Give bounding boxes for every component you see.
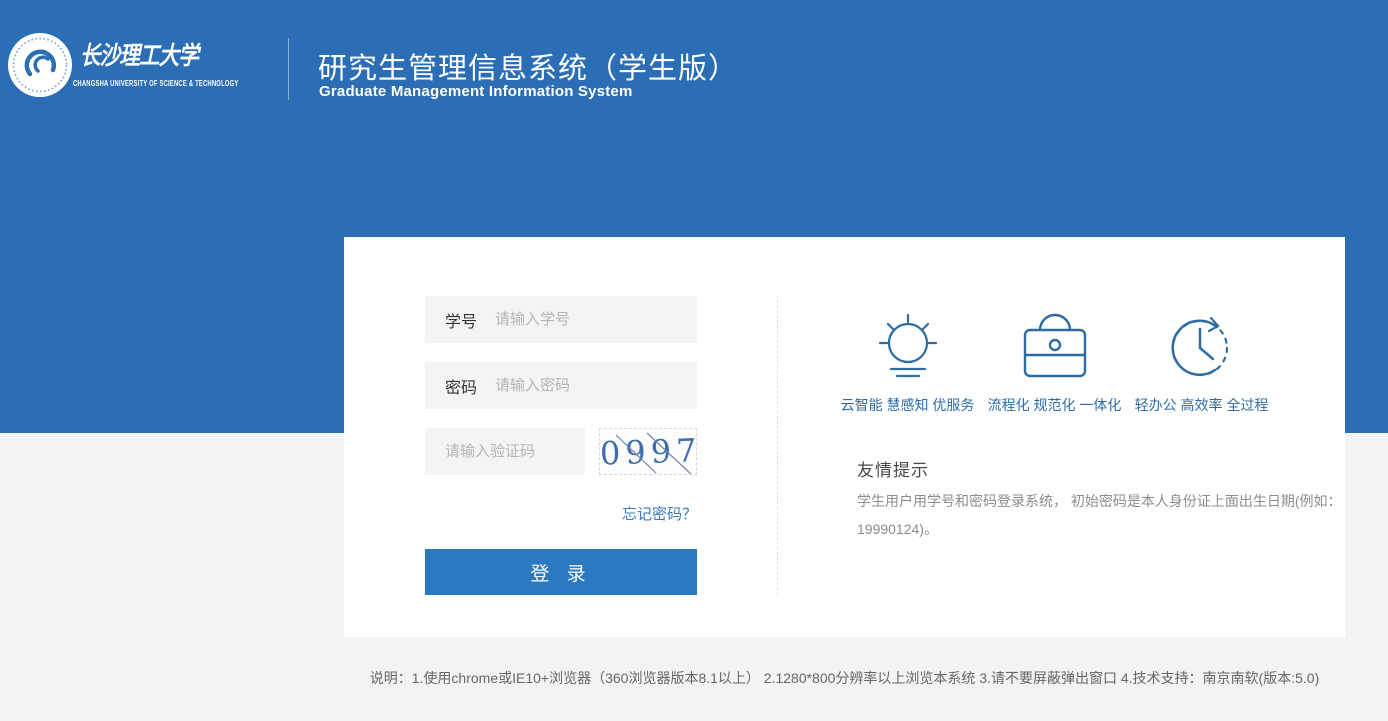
login-button[interactable]: 登 录 (425, 549, 697, 595)
student-id-field: 学号 (425, 296, 697, 343)
tips-text: 学生用户用学号和密码登录系统， 初始密码是本人身份证上面出生日期(例如： 199… (857, 487, 1337, 543)
password-input[interactable] (495, 377, 697, 394)
feature-label: 云智能 慧感知 优服务 (841, 395, 975, 415)
tips-line-2: 19990124)。 (857, 515, 1337, 543)
captcha-noise-lines (600, 429, 697, 475)
university-name-en: CHANGSHA UNIVERSITY OF SCIENCE & TECHNOL… (73, 79, 238, 88)
student-id-input[interactable] (495, 311, 697, 328)
captcha-image[interactable]: 0997 (599, 428, 697, 475)
feature-efficiency: 轻办公 高效率 全过程 (1128, 312, 1275, 415)
footer-note: 说明：1.使用chrome或IE10+浏览器（360浏览器版本8.1以上） 2.… (344, 668, 1345, 688)
system-subtitle: Graduate Management Information System (319, 83, 633, 100)
feature-label: 轻办公 高效率 全过程 (1135, 395, 1269, 415)
tips-line-1: 学生用户用学号和密码登录系统， 初始密码是本人身份证上面出生日期(例如： (857, 487, 1337, 515)
feature-list: 云智能 慧感知 优服务 流程化 规范化 一体化 (834, 312, 1275, 415)
password-field: 密码 (425, 362, 697, 409)
student-id-label: 学号 (445, 308, 477, 332)
university-name-cn: 长沙理工大学 (80, 36, 183, 74)
forgot-password-link[interactable]: 忘记密码？ (622, 503, 697, 524)
university-logo (8, 33, 72, 97)
captcha-field (425, 428, 585, 475)
clock-icon (1167, 312, 1237, 382)
login-card: 学号 密码 0997 忘记密码？ 登 录 (344, 237, 1345, 637)
vertical-dashed-divider (777, 295, 778, 595)
tips-title: 友情提示 (857, 456, 929, 481)
lightbulb-icon (873, 312, 943, 382)
feature-cloud: 云智能 慧感知 优服务 (834, 312, 981, 415)
feature-process: 流程化 规范化 一体化 (981, 312, 1128, 415)
captcha-input[interactable] (445, 443, 585, 460)
feature-label: 流程化 规范化 一体化 (988, 395, 1122, 415)
system-title: 研究生管理信息系统（学生版） (318, 45, 738, 87)
header-divider (288, 38, 289, 100)
password-label: 密码 (445, 374, 477, 398)
briefcase-icon (1020, 312, 1090, 382)
